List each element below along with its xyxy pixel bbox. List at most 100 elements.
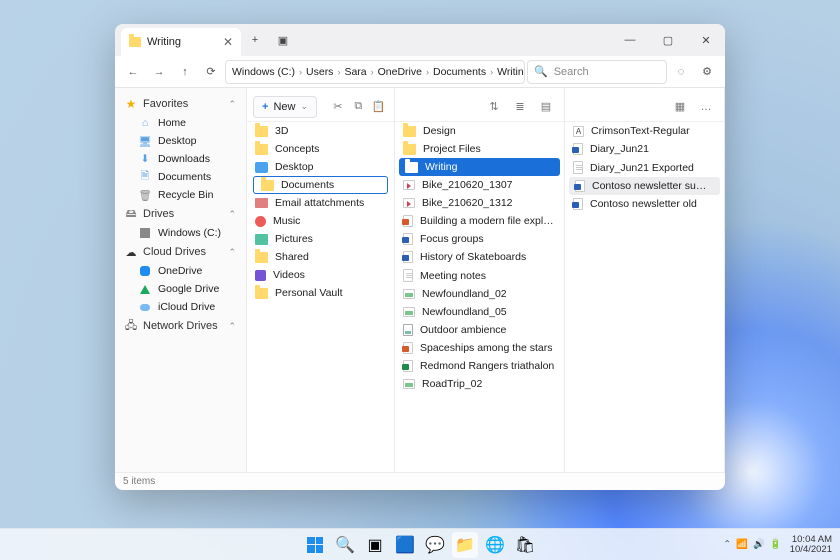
sidebar-item-documents[interactable]: 🗎Documents [119,168,242,186]
crumb[interactable]: Sara [344,66,366,78]
system-tray[interactable]: ⌃ 📶 🔊 🔋 10:04 AM 10/4/2021 [723,535,832,555]
chat-button[interactable]: 💬 [422,532,448,558]
list-item[interactable]: Design [395,122,564,140]
sidebar-group-favorites[interactable]: ★ Favorites ⌃ [119,94,242,114]
volume-icon[interactable]: 🔊 [753,539,765,550]
widgets-button[interactable]: 🟦 [392,532,418,558]
close-tab-icon[interactable]: ✕ [223,35,233,49]
list-item[interactable]: Pictures [247,230,394,248]
search-input[interactable]: 🔍 Search [527,60,667,84]
back-button[interactable]: ← [121,60,145,84]
sidebar-item-home[interactable]: ⌂Home [119,114,242,132]
store-button[interactable]: 🛍 [512,532,538,558]
sort-button[interactable]: ⇅ [482,95,506,119]
list-item[interactable]: ACrimsonText-Regular [565,122,724,140]
up-button[interactable]: ↑ [173,60,197,84]
list-item[interactable]: Bike_210620_1307 [395,176,564,194]
battery-icon[interactable]: 🔋 [770,539,782,550]
list-item[interactable]: Building a modern file explor... [395,212,564,230]
list-item[interactable]: Diary_Jun21 [565,140,724,158]
sidebar-item-icloud[interactable]: iCloud Drive [119,298,242,316]
sidebar-item-onedrive[interactable]: OneDrive [119,262,242,280]
list-item[interactable]: Bike_210620_1312 [395,194,564,212]
list-item[interactable]: 3D [247,122,394,140]
clock[interactable]: 10:04 AM 10/4/2021 [790,535,832,555]
maximize-button[interactable]: ▢ [649,24,687,56]
tab-overview-button[interactable]: ▣ [269,26,297,54]
pdf-file-icon [573,161,583,174]
list-item[interactable]: Project Files [395,140,564,158]
crumb[interactable]: Windows (C:) [232,66,295,78]
list-item[interactable]: Personal Vault [247,284,394,302]
list-item[interactable]: History of Skateboards [395,248,564,266]
vault-icon [255,288,268,299]
taskbar-search-button[interactable]: 🔍 [332,532,358,558]
paste-button[interactable]: 📋 [370,95,388,119]
crumb[interactable]: Users [306,66,333,78]
tab-writing[interactable]: Writing ✕ [121,28,241,56]
list-item-selected[interactable]: Writing [399,158,560,176]
video-icon [255,270,266,281]
edge-button[interactable]: 🌐 [482,532,508,558]
chevron-up-icon[interactable]: ⌃ [228,247,236,258]
toolbar-right2: ▦ … [565,92,724,122]
chevron-up-icon[interactable]: ⌃ [723,539,731,550]
crumb[interactable]: OneDrive [378,66,422,78]
group-button[interactable]: ≣ [508,95,532,119]
recycle-icon: 🗑 [139,189,151,201]
details-button[interactable]: ▦ [668,95,692,119]
list-item[interactable]: Contoso newsletter old [565,195,724,213]
list-item[interactable]: Newfoundland_05 [395,303,564,321]
wifi-icon[interactable]: 📶 [736,539,748,550]
network-icon: 🖧 [125,320,137,332]
taskview-button[interactable]: ▣ [362,532,388,558]
list-item[interactable]: Spaceships among the stars [395,339,564,357]
list-item[interactable]: Newfoundland_02 [395,285,564,303]
list-item-selected[interactable]: Documents [253,176,388,194]
more-button[interactable]: … [694,95,718,119]
minimize-button[interactable]: — [611,24,649,56]
chevron-up-icon[interactable]: ⌃ [228,321,236,332]
view-button[interactable]: ▤ [534,95,558,119]
close-window-button[interactable]: ✕ [687,24,725,56]
list-item[interactable]: Outdoor ambience [395,321,564,339]
folder-icon [405,162,418,173]
list-item[interactable]: Focus groups [395,230,564,248]
sidebar-group-drives[interactable]: 🖴 Drives ⌃ [119,204,242,224]
settings-button[interactable]: ⚙ [695,60,719,84]
new-tab-button[interactable]: + [241,26,269,54]
sidebar-item-desktop[interactable]: 🖥Desktop [119,132,242,150]
drive-icon: 🖴 [125,208,137,220]
list-item[interactable]: Diary_Jun21 Exported [565,158,724,177]
sidebar-group-cloud[interactable]: ☁ Cloud Drives ⌃ [119,242,242,262]
list-item[interactable]: Videos [247,266,394,284]
forward-button[interactable]: → [147,60,171,84]
list-item[interactable]: Redmond Rangers triathalon [395,357,564,375]
refresh-button[interactable]: ⟳ [199,60,223,84]
copy-button[interactable]: ⧉ [349,95,367,119]
sidebar-item-windows-c[interactable]: Windows (C:) [119,224,242,242]
breadcrumb[interactable]: Windows (C:)› Users› Sara› OneDrive› Doc… [225,60,525,84]
list-item[interactable]: Concepts [247,140,394,158]
chevron-up-icon[interactable]: ⌃ [228,209,236,220]
list-item[interactable]: Music [247,212,394,230]
sidebar-item-googledrive[interactable]: Google Drive [119,280,242,298]
list-item[interactable]: Desktop [247,158,394,176]
loading-icon: ◌ [669,60,693,84]
start-button[interactable] [302,532,328,558]
sidebar-item-recycle[interactable]: 🗑Recycle Bin [119,186,242,204]
explorer-button[interactable]: 📁 [452,532,478,558]
list-item[interactable]: Meeting notes [395,266,564,285]
sidebar-item-downloads[interactable]: ⬇Downloads [119,150,242,168]
list-item-selected[interactable]: Contoso newsletter summe... [569,177,720,195]
list-item[interactable]: Email attatchments [247,194,394,212]
sidebar-group-network[interactable]: 🖧 Network Drives ⌃ [119,316,242,336]
crumb[interactable]: Writing [497,66,525,78]
list-item[interactable]: RoadTrip_02 [395,375,564,393]
cut-button[interactable]: ✂ [329,95,347,119]
new-button[interactable]: + New ⌄ [253,96,317,118]
list-item[interactable]: Shared [247,248,394,266]
taskbar: 🔍 ▣ 🟦 💬 📁 🌐 🛍 ⌃ 📶 🔊 🔋 10:04 AM 10/4/2021 [0,528,840,560]
chevron-up-icon[interactable]: ⌃ [228,99,236,110]
crumb[interactable]: Documents [433,66,486,78]
